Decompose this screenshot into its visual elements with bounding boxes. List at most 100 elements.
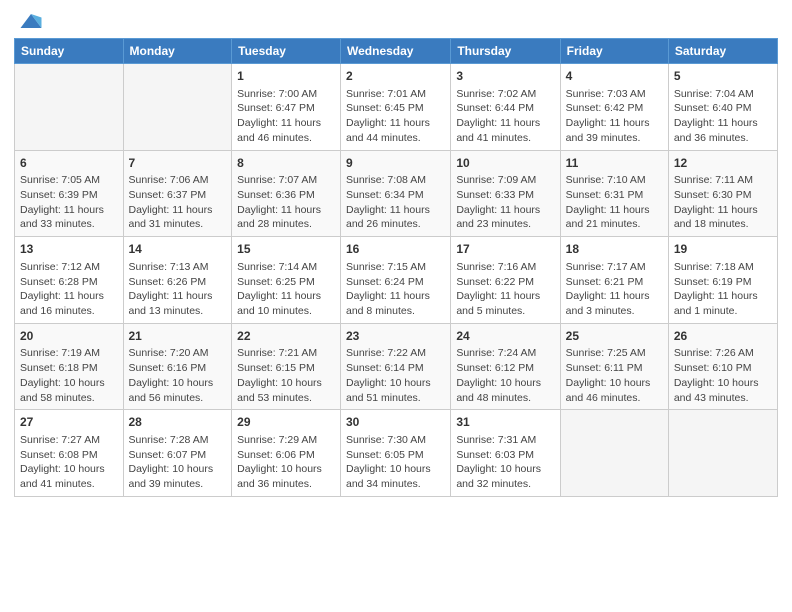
day-info: Sunrise: 7:25 AM Sunset: 6:11 PM Dayligh… bbox=[566, 346, 663, 405]
day-number: 28 bbox=[129, 414, 227, 431]
day-number: 18 bbox=[566, 241, 663, 258]
calendar-cell: 1 Sunrise: 7:00 AM Sunset: 6:47 PM Daylig… bbox=[232, 64, 341, 151]
day-number: 21 bbox=[129, 328, 227, 345]
day-number: 2 bbox=[346, 68, 445, 85]
calendar-cell: 5 Sunrise: 7:04 AM Sunset: 6:40 PM Daylig… bbox=[668, 64, 777, 151]
day-info: Sunrise: 7:22 AM Sunset: 6:14 PM Dayligh… bbox=[346, 346, 445, 405]
day-number: 24 bbox=[456, 328, 554, 345]
calendar-cell: 8Sunrise: 7:07 AM Sunset: 6:36 PM Daylig… bbox=[232, 150, 341, 237]
day-info: Sunrise: 7:08 AM Sunset: 6:34 PM Dayligh… bbox=[346, 173, 445, 232]
weekday-header-tuesday: Tuesday bbox=[232, 39, 341, 64]
day-number: 23 bbox=[346, 328, 445, 345]
calendar-week-4: 20Sunrise: 7:19 AM Sunset: 6:18 PM Dayli… bbox=[15, 323, 778, 410]
weekday-header-wednesday: Wednesday bbox=[341, 39, 451, 64]
weekday-header: SundayMondayTuesdayWednesdayThursdayFrid… bbox=[15, 39, 778, 64]
day-number: 5 bbox=[674, 68, 772, 85]
calendar-cell: 23Sunrise: 7:22 AM Sunset: 6:14 PM Dayli… bbox=[341, 323, 451, 410]
day-number: 16 bbox=[346, 241, 445, 258]
day-number: 17 bbox=[456, 241, 554, 258]
day-info: Sunrise: 7:06 AM Sunset: 6:37 PM Dayligh… bbox=[129, 173, 227, 232]
day-number: 27 bbox=[20, 414, 118, 431]
calendar-cell: 12Sunrise: 7:11 AM Sunset: 6:30 PM Dayli… bbox=[668, 150, 777, 237]
day-number: 31 bbox=[456, 414, 554, 431]
day-number: 22 bbox=[237, 328, 335, 345]
day-info: Sunrise: 7:21 AM Sunset: 6:15 PM Dayligh… bbox=[237, 346, 335, 405]
day-info: Sunrise: 7:13 AM Sunset: 6:26 PM Dayligh… bbox=[129, 260, 227, 319]
day-info: Sunrise: 7:11 AM Sunset: 6:30 PM Dayligh… bbox=[674, 173, 772, 232]
day-info: Sunrise: 7:27 AM Sunset: 6:08 PM Dayligh… bbox=[20, 433, 118, 492]
calendar-cell: 10Sunrise: 7:09 AM Sunset: 6:33 PM Dayli… bbox=[451, 150, 560, 237]
calendar-cell: 9Sunrise: 7:08 AM Sunset: 6:34 PM Daylig… bbox=[341, 150, 451, 237]
calendar-cell: 22Sunrise: 7:21 AM Sunset: 6:15 PM Dayli… bbox=[232, 323, 341, 410]
calendar-cell: 21Sunrise: 7:20 AM Sunset: 6:16 PM Dayli… bbox=[123, 323, 232, 410]
day-number: 20 bbox=[20, 328, 118, 345]
calendar-cell: 11Sunrise: 7:10 AM Sunset: 6:31 PM Dayli… bbox=[560, 150, 668, 237]
day-info: Sunrise: 7:15 AM Sunset: 6:24 PM Dayligh… bbox=[346, 260, 445, 319]
day-number: 26 bbox=[674, 328, 772, 345]
day-info: Sunrise: 7:29 AM Sunset: 6:06 PM Dayligh… bbox=[237, 433, 335, 492]
day-info: Sunrise: 7:17 AM Sunset: 6:21 PM Dayligh… bbox=[566, 260, 663, 319]
calendar-cell: 20Sunrise: 7:19 AM Sunset: 6:18 PM Dayli… bbox=[15, 323, 124, 410]
day-number: 25 bbox=[566, 328, 663, 345]
calendar-cell: 16 Sunrise: 7:15 AM Sunset: 6:24 PM Dayli… bbox=[341, 237, 451, 324]
calendar-cell bbox=[560, 410, 668, 497]
calendar-week-3: 13Sunrise: 7:12 AM Sunset: 6:28 PM Dayli… bbox=[15, 237, 778, 324]
calendar-week-2: 6Sunrise: 7:05 AM Sunset: 6:39 PM Daylig… bbox=[15, 150, 778, 237]
day-info: Sunrise: 7:14 AM Sunset: 6:25 PM Dayligh… bbox=[237, 260, 335, 319]
day-info: Sunrise: 7:24 AM Sunset: 6:12 PM Dayligh… bbox=[456, 346, 554, 405]
day-number: 3 bbox=[456, 68, 554, 85]
calendar-cell: 18 Sunrise: 7:17 AM Sunset: 6:21 PM Dayli… bbox=[560, 237, 668, 324]
day-number: 19 bbox=[674, 241, 772, 258]
day-number: 29 bbox=[237, 414, 335, 431]
calendar-cell: 6Sunrise: 7:05 AM Sunset: 6:39 PM Daylig… bbox=[15, 150, 124, 237]
weekday-header-saturday: Saturday bbox=[668, 39, 777, 64]
day-info: Sunrise: 7:30 AM Sunset: 6:05 PM Dayligh… bbox=[346, 433, 445, 492]
day-number: 1 bbox=[237, 68, 335, 85]
day-info: Sunrise: 7:07 AM Sunset: 6:36 PM Dayligh… bbox=[237, 173, 335, 232]
day-number: 6 bbox=[20, 155, 118, 172]
page: SundayMondayTuesdayWednesdayThursdayFrid… bbox=[0, 0, 792, 612]
day-info: Sunrise: 7:05 AM Sunset: 6:39 PM Dayligh… bbox=[20, 173, 118, 232]
day-info: Sunrise: 7:26 AM Sunset: 6:10 PM Dayligh… bbox=[674, 346, 772, 405]
day-number: 8 bbox=[237, 155, 335, 172]
day-number: 4 bbox=[566, 68, 663, 85]
calendar-week-5: 27 Sunrise: 7:27 AM Sunset: 6:08 PM Dayli… bbox=[15, 410, 778, 497]
day-number: 7 bbox=[129, 155, 227, 172]
calendar-cell: 7Sunrise: 7:06 AM Sunset: 6:37 PM Daylig… bbox=[123, 150, 232, 237]
calendar-table: SundayMondayTuesdayWednesdayThursdayFrid… bbox=[14, 38, 778, 497]
logo bbox=[14, 10, 45, 32]
calendar-cell: 13Sunrise: 7:12 AM Sunset: 6:28 PM Dayli… bbox=[15, 237, 124, 324]
calendar-cell: 3Sunrise: 7:02 AM Sunset: 6:44 PM Daylig… bbox=[451, 64, 560, 151]
calendar-cell: 15 Sunrise: 7:14 AM Sunset: 6:25 PM Dayli… bbox=[232, 237, 341, 324]
weekday-header-thursday: Thursday bbox=[451, 39, 560, 64]
weekday-header-monday: Monday bbox=[123, 39, 232, 64]
calendar-week-1: 1 Sunrise: 7:00 AM Sunset: 6:47 PM Daylig… bbox=[15, 64, 778, 151]
day-number: 11 bbox=[566, 155, 663, 172]
calendar-cell: 27 Sunrise: 7:27 AM Sunset: 6:08 PM Dayli… bbox=[15, 410, 124, 497]
calendar-cell: 26Sunrise: 7:26 AM Sunset: 6:10 PM Dayli… bbox=[668, 323, 777, 410]
calendar-cell bbox=[123, 64, 232, 151]
calendar-cell bbox=[15, 64, 124, 151]
day-number: 14 bbox=[129, 241, 227, 258]
weekday-header-friday: Friday bbox=[560, 39, 668, 64]
calendar-cell: 30Sunrise: 7:30 AM Sunset: 6:05 PM Dayli… bbox=[341, 410, 451, 497]
weekday-header-sunday: Sunday bbox=[15, 39, 124, 64]
day-info: Sunrise: 7:12 AM Sunset: 6:28 PM Dayligh… bbox=[20, 260, 118, 319]
day-info: Sunrise: 7:28 AM Sunset: 6:07 PM Dayligh… bbox=[129, 433, 227, 492]
day-info: Sunrise: 7:18 AM Sunset: 6:19 PM Dayligh… bbox=[674, 260, 772, 319]
day-info: Sunrise: 7:19 AM Sunset: 6:18 PM Dayligh… bbox=[20, 346, 118, 405]
day-info: Sunrise: 7:09 AM Sunset: 6:33 PM Dayligh… bbox=[456, 173, 554, 232]
day-info: Sunrise: 7:00 AM Sunset: 6:47 PM Dayligh… bbox=[237, 87, 335, 146]
calendar-body: 1 Sunrise: 7:00 AM Sunset: 6:47 PM Daylig… bbox=[15, 64, 778, 497]
header bbox=[14, 10, 778, 32]
calendar-cell: 25Sunrise: 7:25 AM Sunset: 6:11 PM Dayli… bbox=[560, 323, 668, 410]
day-number: 15 bbox=[237, 241, 335, 258]
calendar-cell: 2Sunrise: 7:01 AM Sunset: 6:45 PM Daylig… bbox=[341, 64, 451, 151]
logo-icon bbox=[17, 10, 45, 32]
calendar-cell: 17Sunrise: 7:16 AM Sunset: 6:22 PM Dayli… bbox=[451, 237, 560, 324]
calendar-cell: 4Sunrise: 7:03 AM Sunset: 6:42 PM Daylig… bbox=[560, 64, 668, 151]
day-number: 10 bbox=[456, 155, 554, 172]
day-info: Sunrise: 7:04 AM Sunset: 6:40 PM Dayligh… bbox=[674, 87, 772, 146]
day-info: Sunrise: 7:20 AM Sunset: 6:16 PM Dayligh… bbox=[129, 346, 227, 405]
calendar-cell: 28 Sunrise: 7:28 AM Sunset: 6:07 PM Dayli… bbox=[123, 410, 232, 497]
